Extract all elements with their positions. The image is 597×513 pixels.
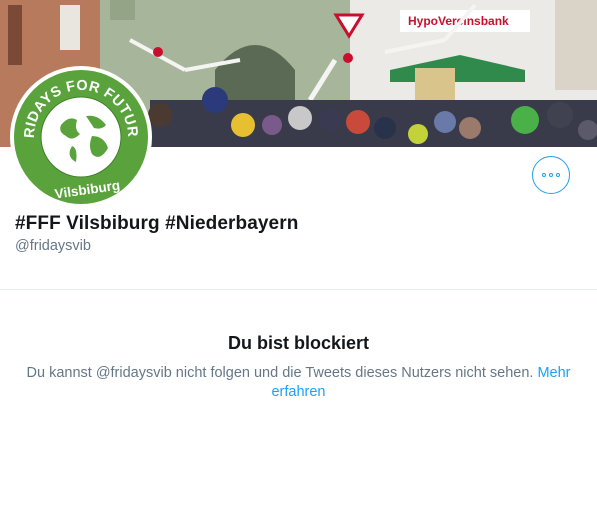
more-options-icon — [555, 173, 560, 177]
fridays-for-future-logo: FRIDAYS FOR FUTURE Vilsbiburg — [14, 70, 148, 204]
profile-avatar[interactable]: FRIDAYS FOR FUTURE Vilsbiburg — [10, 66, 152, 208]
blocked-message: Du kannst @fridaysvib nicht folgen und d… — [16, 364, 581, 402]
more-options-icon — [549, 173, 553, 177]
profile-display-name[interactable]: #FFF Vilsbiburg #Niederbayern — [15, 213, 298, 235]
divider — [0, 289, 597, 290]
more-options-button[interactable] — [532, 156, 570, 194]
blocked-title: Du bist blockiert — [227, 333, 370, 353]
blocked-message-text: Du kannst @fridaysvib nicht folgen und d… — [26, 365, 534, 381]
more-options-icon — [542, 173, 547, 177]
profile-handle[interactable]: @fridaysvib — [15, 238, 91, 254]
